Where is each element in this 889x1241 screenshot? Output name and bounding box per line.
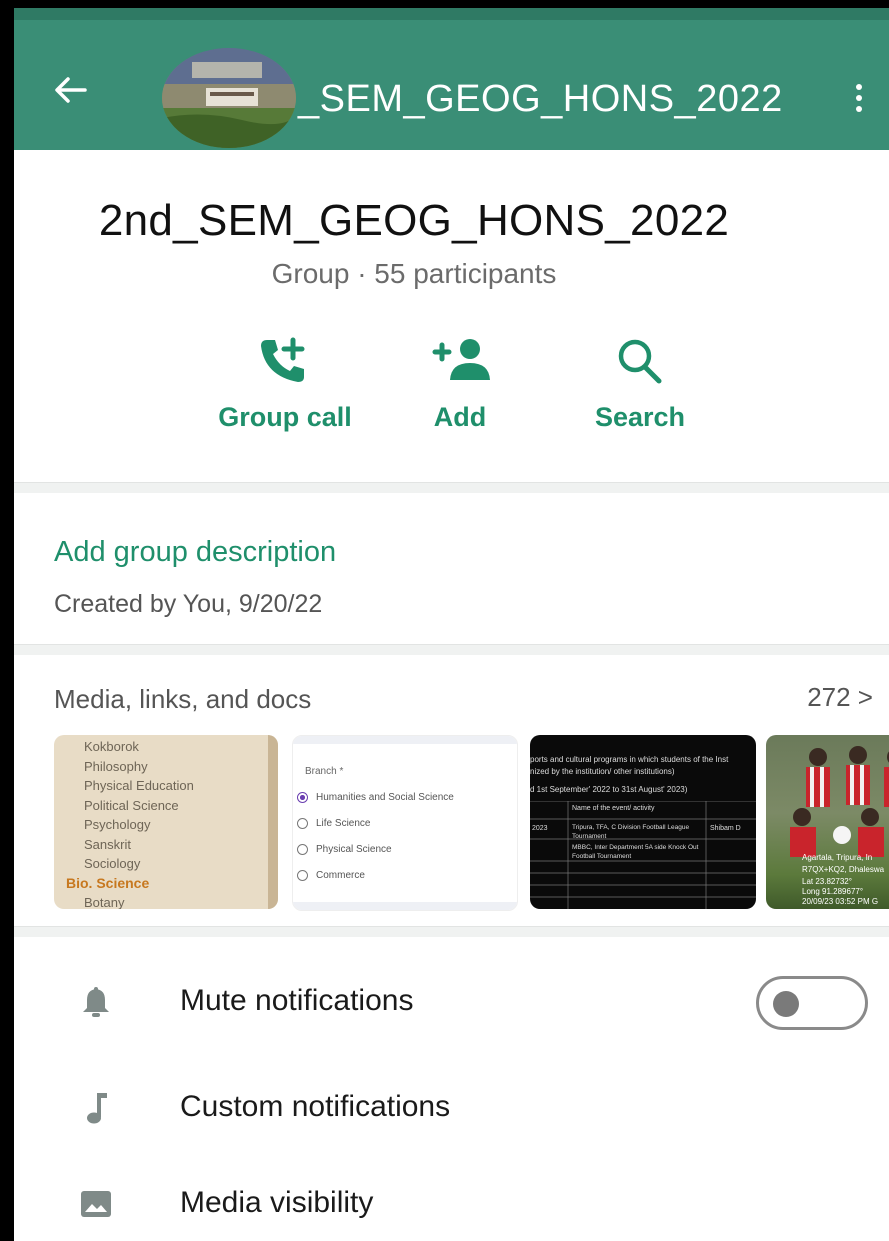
form-option: Humanities and Social Science bbox=[297, 792, 454, 803]
form-bottom-band bbox=[293, 902, 517, 910]
thumb-text: Bio. Science bbox=[66, 874, 150, 891]
thumb-text: Commerce bbox=[316, 870, 365, 881]
thumb-text: Botany bbox=[84, 895, 125, 909]
thumb-text: Political Science bbox=[84, 797, 179, 813]
media-visibility-row[interactable]: Media visibility bbox=[14, 1168, 889, 1238]
created-by-text: Created by You, 9/20/22 bbox=[54, 590, 323, 618]
custom-notifications-label: Custom notifications bbox=[180, 1090, 451, 1123]
form-top-band bbox=[293, 736, 517, 744]
thumb-text: Physical Education bbox=[84, 778, 194, 793]
thumb-edge bbox=[268, 735, 278, 909]
mute-toggle[interactable] bbox=[756, 976, 868, 1030]
media-thumbnail[interactable]: ports and cultural programs in which stu… bbox=[530, 735, 756, 909]
search-label: Search bbox=[594, 402, 686, 432]
media-visibility-label: Media visibility bbox=[180, 1186, 374, 1219]
thumb-text: Long 91.289677° bbox=[802, 887, 864, 896]
group-name: 2nd_SEM_GEOG_HONS_2022 bbox=[98, 196, 730, 245]
thumb-text: Name of the event/ activity bbox=[572, 805, 655, 812]
section-divider bbox=[14, 644, 889, 655]
thumb-text: Lat 23.82732° bbox=[802, 877, 852, 886]
radio-icon bbox=[297, 844, 308, 855]
thumb-text: Agartala, Tripura, In bbox=[802, 853, 873, 862]
bell-icon bbox=[76, 982, 116, 1022]
form-option: Life Science bbox=[297, 818, 370, 829]
custom-notifications-row[interactable]: Custom notifications bbox=[14, 1072, 889, 1142]
image-icon bbox=[76, 1184, 116, 1224]
media-thumbnail[interactable]: Agartala, Tripura, In R7QX+KQ2, Dhaleswa… bbox=[766, 735, 889, 909]
toggle-knob bbox=[773, 991, 799, 1017]
thumb-text: Sociology bbox=[84, 856, 141, 871]
menu-dot bbox=[856, 106, 862, 112]
radio-icon bbox=[297, 870, 308, 881]
thumb-text: Humanities and Social Science bbox=[316, 792, 454, 803]
thumb-text: Philosophy bbox=[84, 758, 148, 774]
thumb-text: Branch * bbox=[305, 766, 344, 777]
thumb-text: Life Science bbox=[316, 818, 371, 829]
thumb-text: 2023 bbox=[532, 825, 548, 832]
menu-dot bbox=[856, 84, 862, 90]
subject-list: Kokborok Philosophy Physical Education P… bbox=[54, 735, 278, 909]
avatar-image bbox=[162, 48, 296, 148]
thumb-text: Psychology bbox=[84, 817, 151, 832]
call-add-icon bbox=[261, 337, 305, 382]
media-count-link[interactable]: 272 > bbox=[807, 682, 873, 713]
form-option: Commerce bbox=[297, 870, 365, 881]
section-divider bbox=[14, 926, 889, 937]
form-option: Physical Science bbox=[297, 844, 392, 855]
section-divider bbox=[14, 482, 889, 493]
thumb-text: ports and cultural programs in which stu… bbox=[530, 755, 729, 764]
media-thumbnail[interactable]: Branch * Humanities and Social Science L… bbox=[292, 735, 518, 911]
mute-notifications-label: Mute notifications bbox=[180, 984, 414, 1017]
radio-icon bbox=[297, 818, 308, 829]
group-avatar[interactable] bbox=[162, 48, 296, 148]
back-button[interactable] bbox=[48, 70, 92, 110]
person-add-icon bbox=[432, 339, 490, 380]
mute-notifications-row[interactable]: Mute notifications bbox=[14, 966, 889, 1036]
group-info-screen: _SEM_GEOG_HONS_2022 2nd_SEM_GEOG_HONS_20… bbox=[14, 8, 889, 1241]
media-thumbnail[interactable]: Kokborok Philosophy Physical Education P… bbox=[54, 735, 278, 909]
search-button[interactable]: Search bbox=[580, 336, 700, 433]
thumb-text: R7QX+KQ2, Dhaleswa bbox=[802, 865, 885, 874]
music-note-icon bbox=[76, 1088, 116, 1128]
thumb-text: 20/09/23 03:52 PM G bbox=[802, 897, 879, 906]
thumb-text: d 1st September' 2022 to 31st August' 20… bbox=[530, 785, 688, 794]
add-label: Add bbox=[433, 402, 487, 432]
group-participants: Group · 55 participants bbox=[271, 258, 557, 289]
back-arrow-icon bbox=[55, 77, 87, 103]
status-bar bbox=[14, 8, 889, 20]
thumb-text: Shibam D bbox=[710, 825, 741, 832]
thumb-text: Physical Science bbox=[316, 844, 392, 855]
media-section-title: Media, links, and docs bbox=[54, 684, 312, 714]
thumb-text: Kokborok bbox=[84, 739, 139, 754]
thumb-text: MBBC, Inter Department 5A side Knock Out… bbox=[572, 844, 699, 860]
appbar-title: _SEM_GEOG_HONS_2022 bbox=[298, 78, 783, 120]
thumb-text: Sanskrit bbox=[84, 836, 131, 852]
thumb-text: nized by the institution/ other institut… bbox=[530, 767, 675, 776]
app-bar: _SEM_GEOG_HONS_2022 bbox=[14, 8, 889, 150]
overflow-menu-button[interactable] bbox=[848, 76, 870, 120]
radio-selected-icon bbox=[297, 792, 308, 803]
add-description-link[interactable]: Add group description bbox=[54, 536, 336, 569]
thumb-text: Tripura, TFA, C Division Football League… bbox=[572, 824, 690, 840]
group-call-button[interactable]: Group call bbox=[210, 336, 360, 433]
add-participant-button[interactable]: Add bbox=[410, 336, 510, 433]
group-call-label: Group call bbox=[218, 402, 352, 432]
search-icon bbox=[618, 339, 662, 384]
menu-dot bbox=[856, 95, 862, 101]
